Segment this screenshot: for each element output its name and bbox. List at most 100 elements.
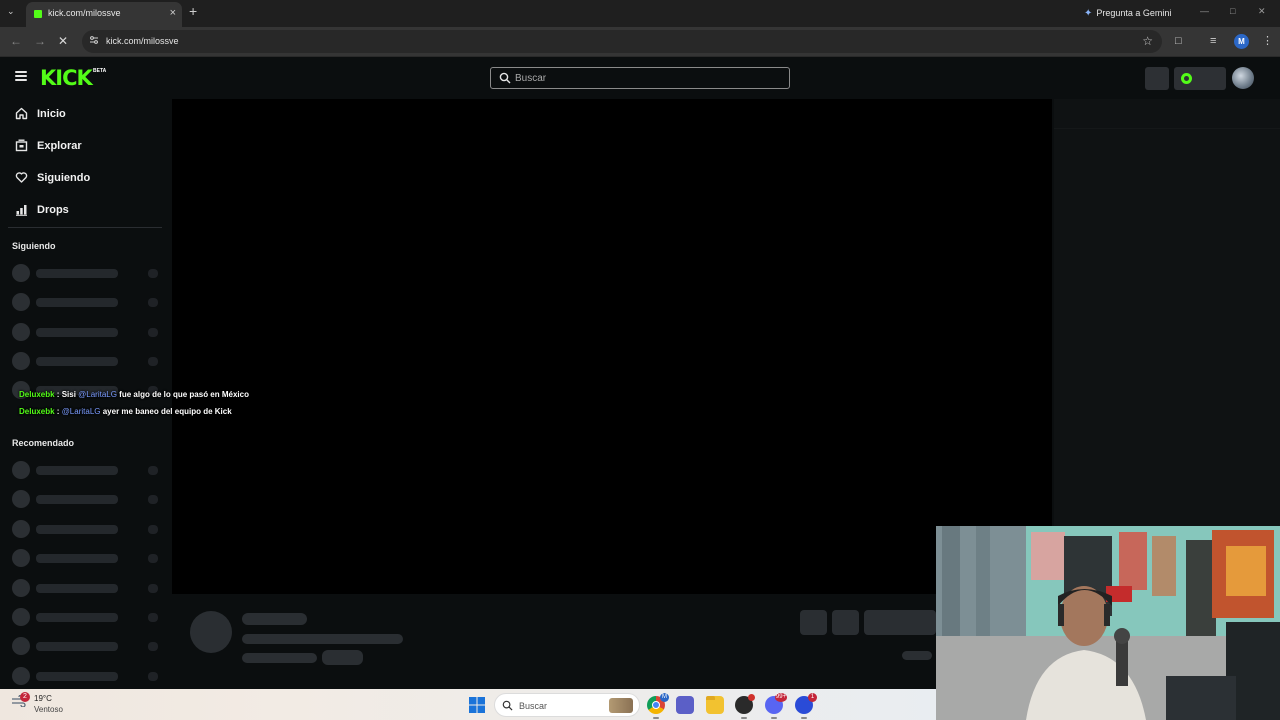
channel-name-skeleton bbox=[242, 613, 307, 625]
drops-icon bbox=[16, 205, 27, 216]
profile-avatar[interactable]: M bbox=[1234, 34, 1249, 49]
gemini-label: Pregunta a Gemini bbox=[1096, 8, 1172, 18]
channel-avatar-skeleton bbox=[190, 611, 232, 653]
recommended-skeleton-row bbox=[12, 490, 162, 508]
chrome-profile-badge: M bbox=[660, 693, 669, 702]
tab-search-chevron-icon[interactable]: ⌄ bbox=[7, 6, 15, 17]
weather-condition: Ventoso bbox=[34, 705, 63, 714]
header-skeleton-button bbox=[1145, 67, 1169, 90]
gemini-button[interactable]: ✦ Pregunta a Gemini bbox=[1078, 4, 1177, 22]
chat-text: Sisi bbox=[61, 390, 79, 399]
recommended-skeleton-row bbox=[12, 520, 162, 538]
recommended-skeleton-row bbox=[12, 579, 162, 597]
search-highlight-image bbox=[609, 698, 633, 713]
kick-favicon-icon bbox=[34, 10, 42, 18]
sidebar-item-label: Explorar bbox=[37, 140, 82, 152]
bookmark-star-icon[interactable]: ☆ bbox=[1142, 34, 1153, 48]
following-skeleton-row bbox=[12, 264, 162, 282]
chat-username: Deluxebk bbox=[19, 390, 55, 399]
webcam-image bbox=[936, 526, 1280, 720]
windows-start-icon[interactable] bbox=[469, 697, 485, 713]
dark-app-taskbar-icon[interactable] bbox=[735, 694, 755, 719]
recommended-skeleton-row bbox=[12, 461, 162, 479]
stream-title-skeleton bbox=[242, 634, 403, 644]
user-avatar[interactable] bbox=[1232, 67, 1254, 89]
close-tab-icon[interactable]: × bbox=[170, 7, 176, 19]
chat-text: fue algo de lo que pasó en México bbox=[116, 390, 249, 399]
sidebar-item-siguiendo[interactable]: Siguiendo bbox=[0, 164, 165, 192]
chat-username: Deluxebk bbox=[19, 407, 55, 416]
search-input[interactable]: Buscar bbox=[490, 67, 790, 89]
search-icon bbox=[499, 72, 511, 84]
overlay-chat-line: Deluxebk : Sisi @LaritaLG fue algo de lo… bbox=[19, 390, 249, 399]
search-placeholder: Buscar bbox=[515, 73, 547, 84]
browser-tab-strip: ⌄ kick.com/milossve × + ✦ Pregunta a Gem… bbox=[0, 0, 1280, 27]
recommended-skeleton-row bbox=[12, 608, 162, 626]
new-tab-plus-icon[interactable]: + bbox=[189, 4, 197, 18]
sidebar-item-label: Drops bbox=[37, 204, 69, 216]
extensions-puzzle-icon[interactable]: □ bbox=[1175, 35, 1182, 47]
sidebar-item-label: Siguiendo bbox=[37, 172, 91, 184]
category-skeleton bbox=[242, 653, 317, 663]
chrome-taskbar-icon[interactable]: M bbox=[647, 693, 669, 719]
sidebar-item-label: Inicio bbox=[37, 108, 66, 120]
minimize-window-icon[interactable]: — bbox=[1200, 6, 1209, 16]
recommended-skeleton-row bbox=[12, 549, 162, 567]
chat-mention: @LaritaLG bbox=[61, 407, 101, 416]
discord-badge: 99+ bbox=[775, 693, 787, 702]
close-window-icon[interactable]: ✕ bbox=[1258, 6, 1266, 17]
channel-info-skeleton bbox=[172, 594, 1052, 689]
following-skeleton-row bbox=[12, 323, 162, 341]
sidebar-item-explorar[interactable]: Explorar bbox=[0, 132, 165, 160]
file-explorer-taskbar-icon[interactable] bbox=[706, 696, 724, 714]
address-bar[interactable]: kick.com/milossve ☆ bbox=[82, 30, 1162, 53]
kick-header: KICK BETA Buscar bbox=[0, 57, 1280, 99]
section-title-following: Siguiendo bbox=[12, 241, 56, 251]
recommended-skeleton-row bbox=[12, 637, 162, 655]
kick-beta-badge: BETA bbox=[93, 68, 107, 74]
action-button-skeleton bbox=[800, 610, 827, 635]
teams-taskbar-icon[interactable] bbox=[676, 696, 694, 714]
section-title-recommended: Recomendado bbox=[12, 438, 75, 448]
home-icon bbox=[15, 107, 28, 120]
hamburger-menu-icon[interactable] bbox=[15, 71, 27, 81]
chat-separator: : bbox=[54, 390, 62, 399]
back-arrow-icon[interactable]: ← bbox=[10, 34, 22, 48]
overlay-chat-line: Deluxebk : @LaritaLG ayer me baneo del e… bbox=[19, 407, 232, 416]
ea-app-badge: 1 bbox=[808, 693, 817, 702]
maximize-window-icon[interactable]: □ bbox=[1230, 6, 1235, 16]
video-player[interactable] bbox=[172, 99, 1052, 594]
sidebar-item-inicio[interactable]: Inicio bbox=[0, 100, 165, 128]
more-menu-icon[interactable]: ⋮ bbox=[1262, 35, 1273, 47]
chat-text: ayer me baneo del equipo de Kick bbox=[100, 407, 232, 416]
action-button-skeleton bbox=[832, 610, 859, 635]
taskbar-search-placeholder: Buscar bbox=[519, 701, 548, 711]
address-url: kick.com/milossve bbox=[106, 36, 179, 46]
chat-mention: @LaritaLG bbox=[78, 390, 117, 399]
following-skeleton-row bbox=[12, 293, 162, 311]
gemini-spark-icon: ✦ bbox=[1084, 7, 1093, 19]
kick-logo[interactable]: KICK bbox=[40, 67, 93, 89]
webcam-overlay bbox=[936, 526, 1280, 720]
header-skeleton-balance bbox=[1174, 67, 1226, 90]
taskbar-search-input[interactable]: Buscar bbox=[494, 693, 640, 717]
search-icon bbox=[502, 700, 513, 711]
ea-app-taskbar-icon[interactable]: 1 bbox=[795, 693, 817, 719]
windows-taskbar: 2 19°C Ventoso Buscar M 99+ 1 bbox=[0, 689, 936, 720]
sidebar-item-drops[interactable]: Drops bbox=[0, 196, 165, 224]
weather-temperature: 19°C bbox=[34, 694, 52, 703]
chat-separator: : bbox=[54, 407, 62, 416]
stop-loading-icon[interactable]: ✕ bbox=[58, 34, 68, 48]
forward-arrow-icon[interactable]: → bbox=[34, 34, 46, 48]
kick-coin-icon bbox=[1181, 73, 1192, 84]
follow-button-skeleton bbox=[864, 610, 936, 635]
following-skeleton-row bbox=[12, 352, 162, 370]
site-settings-icon[interactable] bbox=[89, 35, 99, 45]
heart-icon bbox=[15, 172, 28, 183]
weather-badge: 2 bbox=[20, 692, 30, 702]
discord-taskbar-icon[interactable]: 99+ bbox=[765, 693, 787, 719]
browser-tab[interactable]: kick.com/milossve × bbox=[26, 2, 182, 27]
media-controls-icon[interactable]: ≡ bbox=[1210, 35, 1216, 47]
viewer-count-skeleton bbox=[902, 651, 932, 660]
tag-skeleton bbox=[322, 650, 363, 665]
